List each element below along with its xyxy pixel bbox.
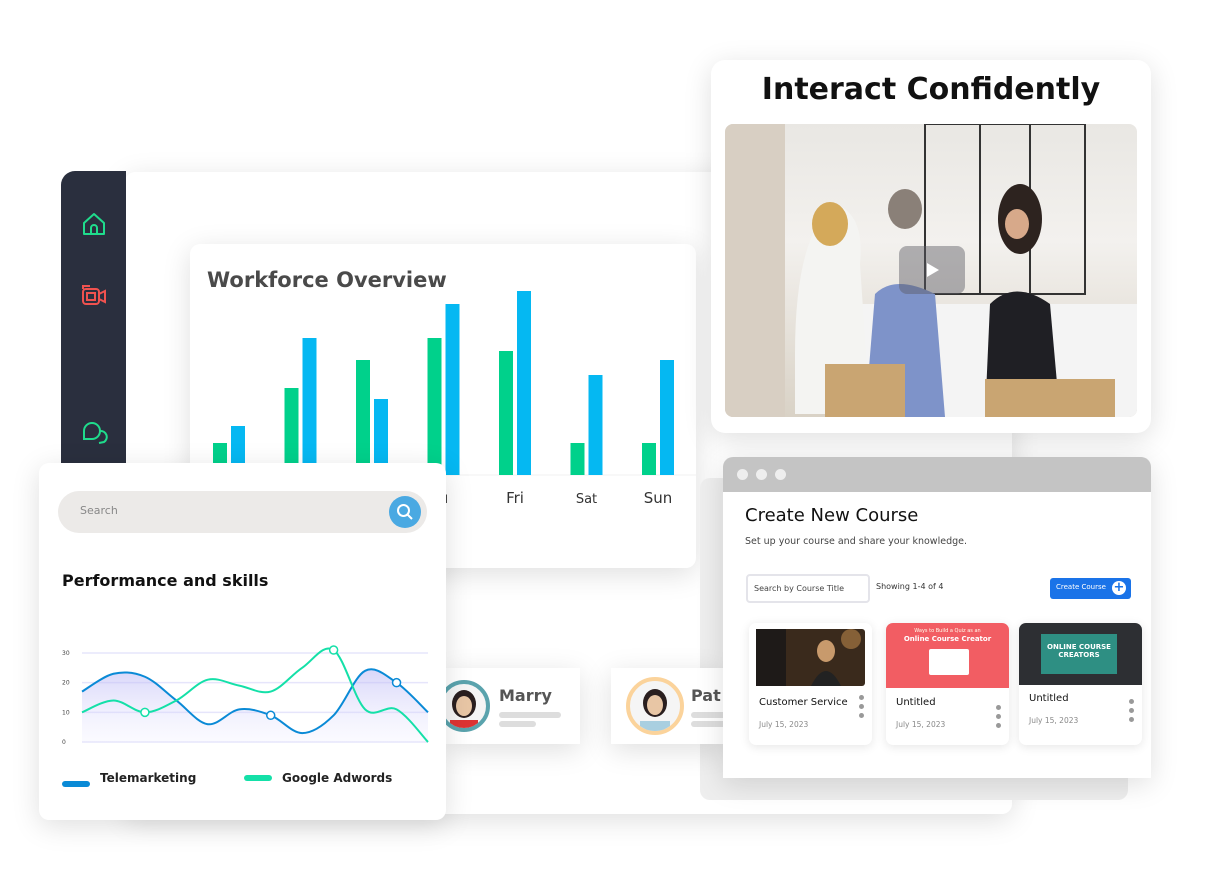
bar [445, 304, 460, 475]
play-icon [927, 263, 939, 277]
data-point [140, 707, 150, 718]
x-tick-label: Fri [506, 489, 524, 507]
sidebar [61, 171, 126, 481]
data-point [391, 677, 402, 688]
performance-card: Search Performance and skills 0 10 20 30 Te… [39, 463, 446, 820]
window-title-bar [723, 457, 1151, 492]
person-name: Marry [499, 686, 552, 705]
thumbnail-text: Ways to Build a Quiz as an [914, 628, 981, 634]
course-thumbnail: Ways to Build a Quiz as an Online Course… [886, 623, 1009, 688]
course-card[interactable]: Customer Service July 15, 2023 [749, 623, 872, 745]
bar [517, 291, 531, 475]
results-count: Showing 1-4 of 4 [876, 582, 944, 591]
bar [284, 388, 299, 475]
y-tick-label: 20 [62, 680, 70, 687]
window-dot [775, 469, 786, 480]
course-title: Untitled [896, 697, 936, 708]
thumbnail-text: CREATORS [1058, 651, 1100, 659]
course-thumbnail [756, 629, 865, 686]
course-card[interactable]: ONLINE COURSE CREATORS Untitled July 15,… [1019, 623, 1142, 745]
bar [302, 338, 317, 475]
course-thumbnail: ONLINE COURSE CREATORS [1019, 623, 1142, 685]
interact-card: Interact Confidently [711, 60, 1151, 433]
window-dot [737, 469, 748, 480]
create-course-window: Create New Course Set up your course and… [723, 457, 1151, 778]
course-page-subtitle: Set up your course and share your knowle… [745, 536, 967, 547]
y-tick-label: 30 [62, 650, 70, 657]
home-icon[interactable] [80, 210, 108, 238]
video-camera-icon[interactable] [80, 281, 108, 309]
create-course-button[interactable]: Create Course + [1050, 578, 1131, 599]
plus-icon: + [1112, 580, 1126, 595]
legend-label: Telemarketing [100, 771, 197, 785]
performance-line-chart: 0 10 20 30 [62, 645, 429, 746]
y-tick-label: 10 [62, 709, 70, 716]
bar [660, 360, 674, 475]
course-title: Customer Service [759, 697, 848, 708]
x-tick-label: Sat [576, 492, 597, 507]
bar [642, 443, 656, 475]
create-course-label: Create Course [1056, 583, 1106, 591]
legend-swatch-google-adwords [244, 775, 272, 781]
chat-bubbles-icon[interactable] [80, 419, 108, 447]
course-search-input[interactable]: Search by Course Title [746, 574, 870, 603]
legend-label: Google Adwords [282, 771, 393, 785]
more-options-icon[interactable] [859, 695, 864, 722]
x-tick-label: Sun [644, 489, 673, 507]
course-date: July 15, 2023 [1029, 716, 1079, 725]
course-card[interactable]: Ways to Build a Quiz as an Online Course… [886, 623, 1009, 745]
legend-swatch-telemarketing [62, 781, 90, 787]
course-date: July 15, 2023 [896, 720, 946, 729]
more-options-icon[interactable] [996, 705, 1001, 732]
window-dot [756, 469, 767, 480]
interact-title: Interact Confidently [761, 72, 1101, 107]
course-page-title: Create New Course [745, 505, 919, 526]
y-tick-label: 0 [62, 739, 66, 746]
bar [356, 360, 370, 475]
course-title: Untitled [1029, 693, 1069, 704]
avatar [626, 677, 684, 735]
course-date: July 15, 2023 [759, 720, 809, 729]
bar [499, 351, 513, 475]
video-player[interactable] [725, 124, 1137, 417]
bar [570, 443, 585, 475]
person-name: Pat [691, 686, 721, 705]
person-card-marry[interactable]: Marry [438, 668, 580, 744]
data-point [265, 710, 276, 721]
series-area [82, 669, 428, 742]
thumbnail-text: ONLINE COURSE [1047, 643, 1111, 651]
bar [427, 338, 442, 475]
play-button[interactable] [899, 246, 965, 294]
thumbnail-text: Online Course Creator [903, 635, 992, 643]
more-options-icon[interactable] [1129, 699, 1134, 726]
bar [588, 375, 603, 475]
person-card-pat[interactable]: Pat [611, 668, 723, 744]
data-point [328, 645, 339, 655]
